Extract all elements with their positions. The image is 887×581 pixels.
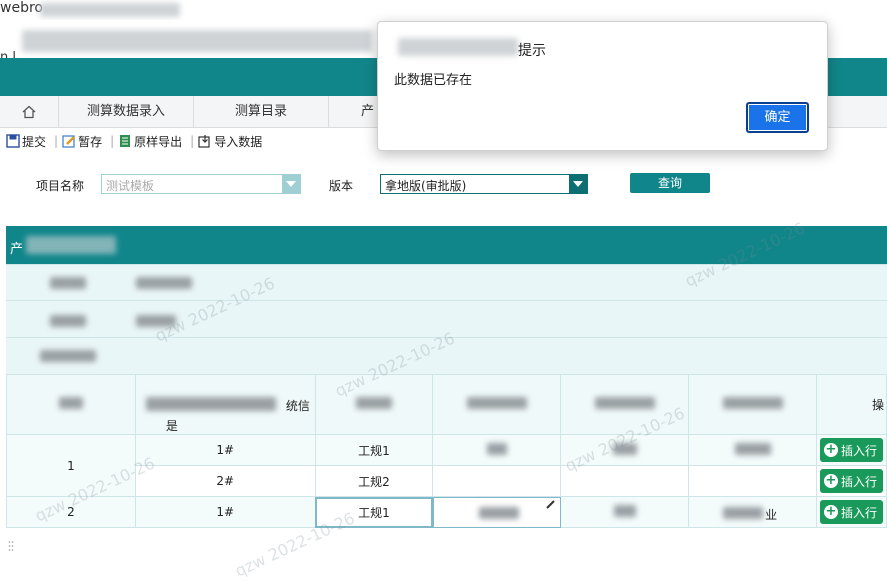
column-header <box>560 374 690 435</box>
import-icon <box>198 135 210 148</box>
plus-icon: + <box>824 504 838 519</box>
version-select[interactable]: 拿地版(审批版) <box>380 174 588 194</box>
action-cell: + 插入行 <box>816 465 887 497</box>
tab-home[interactable] <box>0 96 59 127</box>
action-cell: + 插入行 <box>816 434 887 466</box>
insert-row-button[interactable]: + 插入行 <box>820 500 884 524</box>
data-text: 业 <box>765 508 778 522</box>
save-disk-icon <box>6 134 20 148</box>
insert-row-label: 插入行 <box>841 505 878 520</box>
table-header-row: 统信 是 操 <box>6 374 887 435</box>
redacted-title <box>40 3 180 17</box>
redacted-origin <box>398 38 518 56</box>
data-cell[interactable] <box>432 496 562 528</box>
data-cell[interactable] <box>560 496 690 528</box>
save-temp-label: 暂存 <box>78 134 103 149</box>
export-sample-button[interactable]: 原样导出 <box>118 133 182 150</box>
table-row: 2 1# 工规1 业 + 插入行 <box>6 496 887 528</box>
header-text: 统信 <box>285 399 310 413</box>
column-header <box>314 374 434 435</box>
no-cell[interactable]: 1# <box>134 496 316 528</box>
data-cell[interactable] <box>432 465 562 497</box>
tab-calc-catalog[interactable]: 测算目录 <box>194 96 329 127</box>
pencil-icon <box>546 500 555 509</box>
toolbar-divider: | <box>190 134 195 148</box>
toolbar-divider: | <box>110 134 115 148</box>
export-sample-label: 原样导出 <box>134 134 183 149</box>
grid-title: 产 <box>10 242 24 257</box>
column-header <box>432 374 562 435</box>
action-toolbar: 提交 | 暂存 | 原样导出 | 导入数据 <box>6 130 266 152</box>
redacted-text <box>50 277 86 289</box>
insert-row-label: 插入行 <box>841 474 878 489</box>
version-value: 拿地版(审批版) <box>385 179 467 193</box>
plus-icon: + <box>824 473 838 488</box>
redacted-text <box>136 315 176 327</box>
column-header: 操 <box>816 374 887 435</box>
header-text: 是 <box>165 419 178 433</box>
browser-tab-bar: webro <box>0 0 887 20</box>
data-cell[interactable] <box>560 434 690 466</box>
submit-button[interactable]: 提交 <box>6 133 46 150</box>
info-row <box>6 264 887 301</box>
column-header <box>6 374 136 435</box>
search-button[interactable]: 查询 <box>630 173 710 193</box>
toolbar-divider: | <box>54 134 59 148</box>
data-cell[interactable] <box>560 465 690 497</box>
import-data-button[interactable]: 导入数据 <box>198 133 262 150</box>
project-name-value: 测试模板 <box>106 179 155 193</box>
redacted-grid-title <box>26 236 116 254</box>
excel-sheet-icon <box>120 135 131 147</box>
column-header <box>688 374 818 435</box>
alert-dialog: 提示 此数据已存在 确定 <box>377 21 828 151</box>
redacted-text <box>50 315 86 327</box>
resize-grip-icon[interactable] <box>8 540 14 552</box>
redacted-url <box>22 30 372 52</box>
browser-title: webro <box>0 0 43 16</box>
data-cell[interactable]: 业 <box>688 496 818 528</box>
code-cell[interactable]: 工规1 <box>314 434 434 466</box>
edit-note-icon <box>62 135 75 148</box>
dialog-title: 提示 <box>518 43 546 59</box>
redacted-text <box>40 350 96 362</box>
grid-title-bar: 产 <box>6 226 887 264</box>
table-row: 2# 工规2 + 插入行 <box>7 465 887 497</box>
chevron-down-icon[interactable] <box>282 175 300 193</box>
plus-icon: + <box>824 442 838 457</box>
info-row <box>6 300 887 338</box>
chevron-down-icon[interactable] <box>569 175 587 193</box>
action-cell: + 插入行 <box>816 496 887 528</box>
seq-cell: 1 <box>6 434 136 497</box>
version-label: 版本 <box>329 179 354 193</box>
seq-cell: 2 <box>6 496 136 528</box>
code-cell-editing[interactable]: 工规1 <box>314 496 434 528</box>
save-temp-button[interactable]: 暂存 <box>62 133 102 150</box>
code-cell[interactable]: 工规2 <box>314 465 434 497</box>
table-row: 1 1# 工规1 + 插入行 <box>6 434 887 497</box>
data-cell[interactable] <box>432 434 562 466</box>
no-cell[interactable]: 2# <box>134 465 316 497</box>
dialog-message: 此数据已存在 <box>394 73 473 88</box>
project-name-select[interactable]: 测试模板 <box>101 174 301 194</box>
tab-calc-data-entry[interactable]: 测算数据录入 <box>59 96 194 127</box>
no-cell[interactable]: 1# <box>134 434 316 466</box>
ok-button[interactable]: 确定 <box>746 102 809 133</box>
home-icon <box>22 105 36 118</box>
insert-row-button[interactable]: + 插入行 <box>820 469 884 493</box>
redacted-text <box>136 277 192 289</box>
submit-label: 提交 <box>22 134 47 149</box>
info-row <box>6 337 887 375</box>
column-header: 统信 是 <box>134 374 316 435</box>
header-text: 操 <box>871 398 884 412</box>
data-cell[interactable] <box>688 434 818 466</box>
insert-row-label: 插入行 <box>841 443 878 458</box>
data-table: 统信 是 操 1 1# 工规1 + 插入行 2# 工规2 + 插入行 2 1# 工规… <box>6 374 887 528</box>
data-cell[interactable] <box>688 465 818 497</box>
insert-row-button[interactable]: + 插入行 <box>820 438 884 462</box>
project-name-label: 项目名称 <box>36 179 85 193</box>
import-data-label: 导入数据 <box>214 134 263 149</box>
